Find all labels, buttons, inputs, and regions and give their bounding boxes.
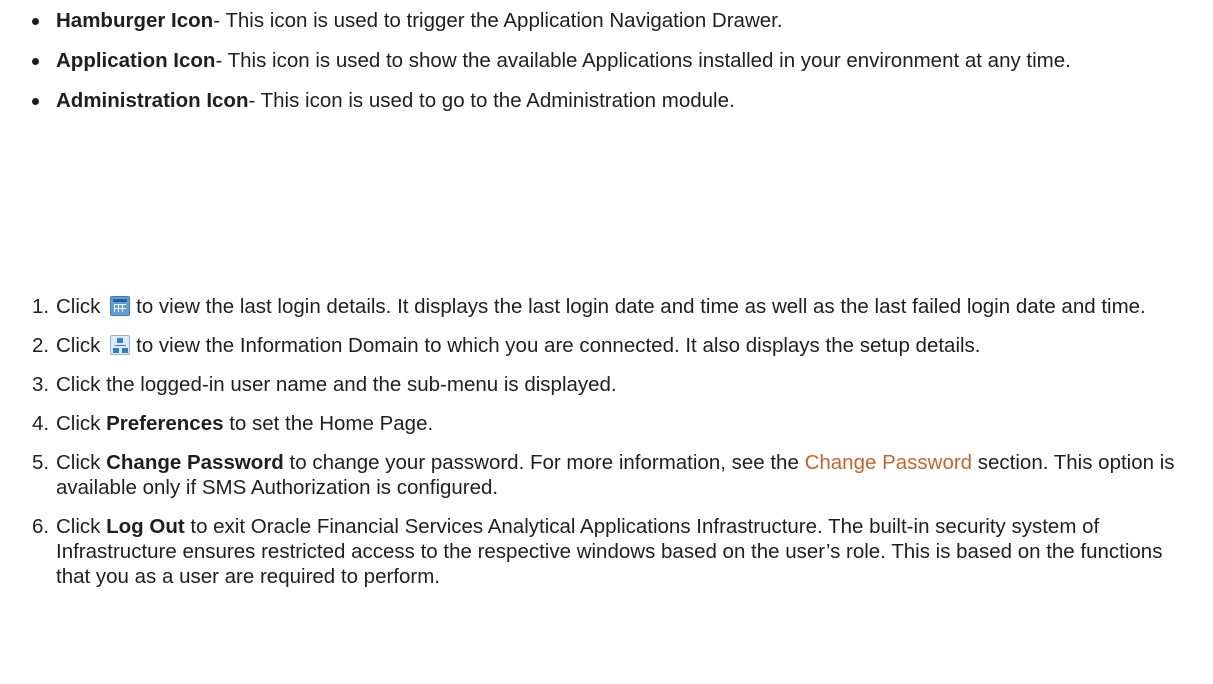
step-number: 6. bbox=[32, 515, 50, 538]
list-item: Application Icon- This icon is used to s… bbox=[32, 48, 1202, 73]
step-text-post: to set the Home Page. bbox=[223, 412, 434, 435]
change-password-label: Change Password bbox=[106, 451, 284, 474]
term-hamburger-icon: Hamburger Icon bbox=[56, 9, 214, 32]
change-password-link[interactable]: Change Password bbox=[805, 451, 973, 474]
step-number: 4. bbox=[32, 412, 50, 435]
bullet-dot bbox=[32, 98, 39, 105]
step-item: 5. Click Change Password to change your … bbox=[32, 450, 1202, 500]
bullet-dot bbox=[32, 58, 39, 65]
preferences-label: Preferences bbox=[106, 412, 224, 435]
step-text-pre: Click bbox=[56, 334, 101, 357]
step-text-post: to exit Oracle Financial Services Analyt… bbox=[56, 515, 1163, 588]
step-text-mid: to change your password. For more inform… bbox=[283, 451, 805, 474]
step-item: 6. Click Log Out to exit Oracle Financia… bbox=[32, 514, 1202, 589]
document-page: Hamburger Icon- This icon is used to tri… bbox=[0, 0, 1213, 684]
steps-list: 1. Click to view the last login details.… bbox=[32, 294, 1202, 603]
bullet-dot bbox=[32, 18, 39, 25]
calendar-icon[interactable] bbox=[110, 296, 131, 316]
step-text-pre: Click bbox=[56, 412, 107, 435]
term-application-icon: Application Icon bbox=[56, 49, 216, 72]
step-number: 3. bbox=[32, 373, 50, 396]
step-item: 4. Click Preferences to set the Home Pag… bbox=[32, 411, 1202, 436]
step-number: 5. bbox=[32, 451, 50, 474]
step-text-pre: Click bbox=[56, 295, 101, 318]
icon-description-list: Hamburger Icon- This icon is used to tri… bbox=[32, 8, 1202, 128]
step-text-post: to view the Information Domain to which … bbox=[136, 334, 981, 357]
step-text-pre: Click bbox=[56, 515, 107, 538]
step-number: 2. bbox=[32, 334, 50, 357]
description: - This icon is used to go to the Adminis… bbox=[248, 89, 735, 112]
step-text-post: to view the last login details. It displ… bbox=[136, 295, 1146, 318]
list-item: Hamburger Icon- This icon is used to tri… bbox=[32, 8, 1202, 33]
description: - This icon is used to show the availabl… bbox=[215, 49, 1071, 72]
step-number: 1. bbox=[32, 295, 50, 318]
step-text-pre: Click bbox=[56, 451, 107, 474]
list-item: Administration Icon- This icon is used t… bbox=[32, 88, 1202, 113]
term-administration-icon: Administration Icon bbox=[56, 89, 249, 112]
log-out-label: Log Out bbox=[106, 515, 185, 538]
step-text: Click the logged-in user name and the su… bbox=[56, 373, 617, 396]
description: - This icon is used to trigger the Appli… bbox=[213, 9, 783, 32]
step-item: 3. Click the logged-in user name and the… bbox=[32, 372, 1202, 397]
network-icon[interactable] bbox=[110, 335, 131, 355]
step-item: 2. Click to view the Information Domain … bbox=[32, 333, 1202, 358]
step-item: 1. Click to view the last login details.… bbox=[32, 294, 1202, 319]
